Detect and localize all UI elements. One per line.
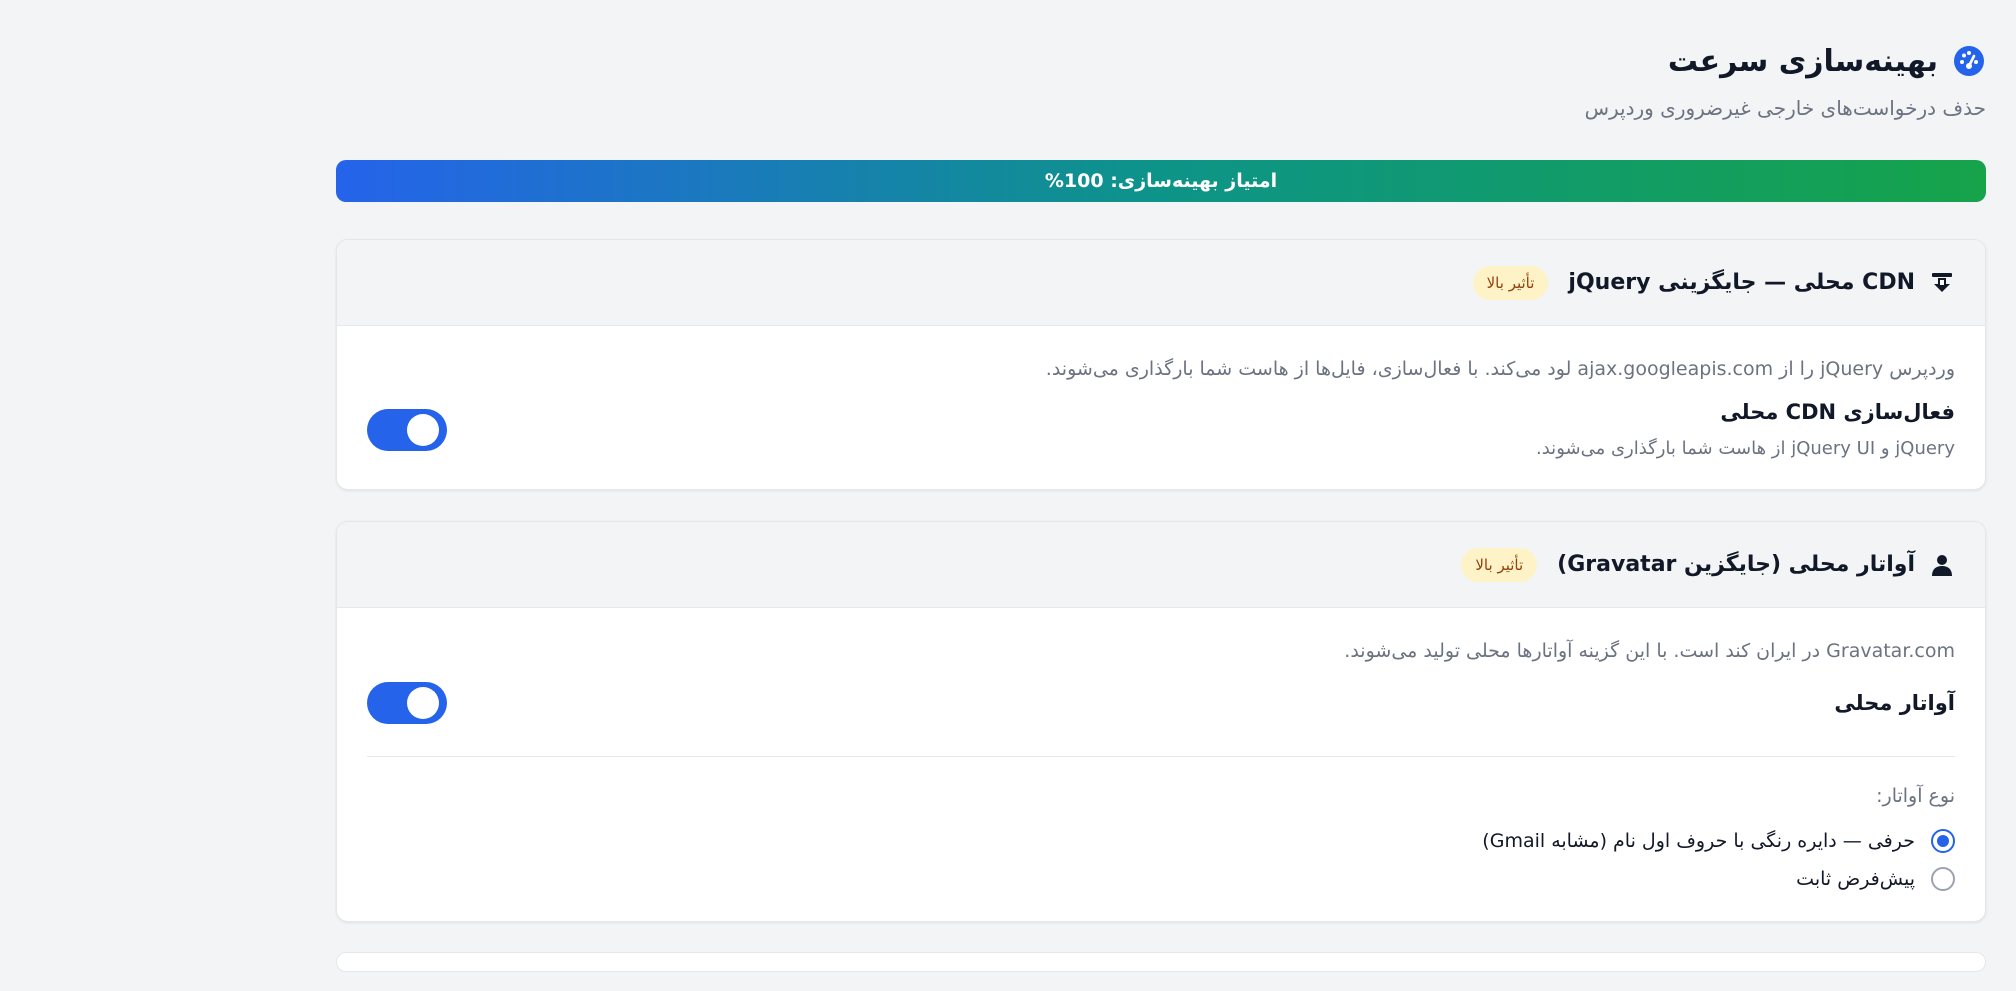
local-avatar-card: آواتار محلی (جایگزین Gravatar) تأثیر بال… <box>336 521 1986 922</box>
local-cdn-card-title: CDN محلی — جایگزینی jQuery <box>1568 270 1915 295</box>
radio-button-selected[interactable] <box>1931 829 1955 853</box>
local-cdn-toggle[interactable] <box>367 408 447 451</box>
page-title: بهینه‌سازی سرعت <box>1667 43 1938 79</box>
avatar-type-label: نوع آواتار: <box>1876 785 1955 807</box>
optimization-score-label: امتیاز بهینه‌سازی: 100% <box>1044 170 1278 192</box>
local-cdn-setting-help: jQuery و jQuery UI از هاست شما بارگذاری … <box>1536 438 1955 459</box>
toggle-knob <box>407 413 439 446</box>
local-cdn-setting-label: فعال‌سازی CDN محلی <box>1720 400 1955 424</box>
avatar-type-option-letter[interactable]: حرفی — دایره رنگی با حروف اول نام (مشابه… <box>367 829 1955 853</box>
local-avatar-description: Gravatar.com در ایران کند است. با این گز… <box>1344 640 1955 662</box>
local-cdn-card-body: وردپرس jQuery را از ajax.googleapis.com … <box>337 326 1985 489</box>
impact-badge: تأثیر بالا <box>1461 547 1538 582</box>
toggle-knob <box>407 687 439 719</box>
local-cdn-card: CDN محلی — جایگزینی jQuery تأثیر بالا ور… <box>336 239 1986 490</box>
next-card-peek <box>336 952 1986 972</box>
user-icon <box>1929 552 1955 578</box>
page-header: بهینه‌سازی سرعت حذف درخواست‌های خارجی غی… <box>336 0 1986 160</box>
radio-button[interactable] <box>1931 867 1955 891</box>
main-content: بهینه‌سازی سرعت حذف درخواست‌های خارجی غی… <box>336 0 1986 972</box>
local-avatar-toggle[interactable] <box>367 682 447 724</box>
download-icon <box>1929 270 1955 296</box>
local-avatar-card-header: آواتار محلی (جایگزین Gravatar) تأثیر بال… <box>337 522 1985 608</box>
local-avatar-setting-row: آواتار محلی <box>367 682 1955 724</box>
local-avatar-setting-text: آواتار محلی <box>1834 691 1955 715</box>
local-cdn-card-header: CDN محلی — جایگزینی jQuery تأثیر بالا <box>337 240 1985 326</box>
local-avatar-card-title: آواتار محلی (جایگزین Gravatar) <box>1557 552 1915 577</box>
local-cdn-setting-row: فعال‌سازی CDN محلی jQuery و jQuery UI از… <box>367 400 1955 459</box>
local-avatar-card-body: Gravatar.com در ایران کند است. با این گز… <box>337 608 1985 921</box>
impact-badge: تأثیر بالا <box>1472 265 1549 300</box>
title-row: بهینه‌سازی سرعت <box>336 40 1986 82</box>
avatar-type-option-label: پیش‌فرض ثابت <box>1796 868 1915 890</box>
local-cdn-description: وردپرس jQuery را از ajax.googleapis.com … <box>1045 358 1955 380</box>
avatar-type-option-default[interactable]: پیش‌فرض ثابت <box>367 867 1955 891</box>
divider <box>367 756 1955 757</box>
gauge-icon <box>1952 44 1986 78</box>
avatar-type-option-label: حرفی — دایره رنگی با حروف اول نام (مشابه… <box>1482 830 1915 852</box>
optimization-score-bar: امتیاز بهینه‌سازی: 100% <box>336 160 1986 202</box>
page-subtitle: حذف درخواست‌های خارجی غیرضروری وردپرس <box>1584 96 1986 120</box>
local-cdn-setting-text: فعال‌سازی CDN محلی jQuery و jQuery UI از… <box>1536 400 1955 459</box>
local-avatar-setting-label: آواتار محلی <box>1834 691 1955 715</box>
